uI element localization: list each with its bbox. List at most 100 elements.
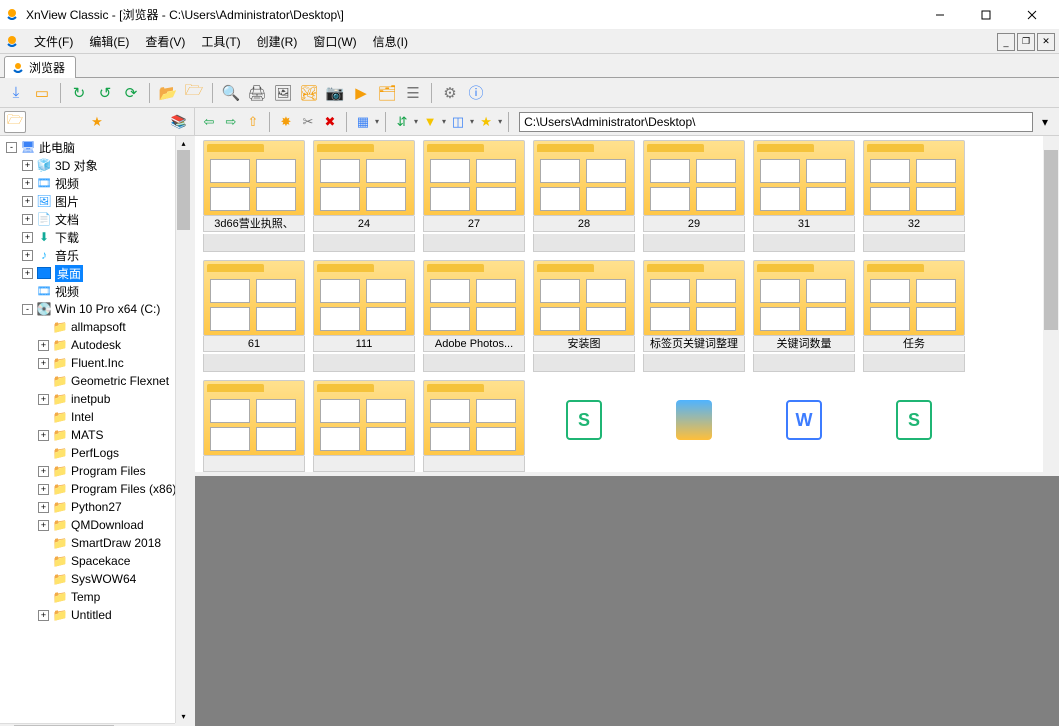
folder-thumbnail[interactable]: Adobe Photos... bbox=[423, 260, 525, 372]
file-thumbnail[interactable]: S bbox=[863, 380, 965, 476]
folder-thumbnail[interactable]: 24 bbox=[313, 140, 415, 252]
tab-browser[interactable]: 浏览器 bbox=[4, 56, 76, 78]
import-icon[interactable]: ⤓ bbox=[4, 81, 28, 105]
tree-row[interactable]: +📁Program Files bbox=[2, 462, 189, 480]
nav-back-icon[interactable]: ⇦ bbox=[199, 112, 219, 132]
tree-row[interactable]: +📁Program Files (x86) bbox=[2, 480, 189, 498]
menu-item[interactable]: 查看(V) bbox=[137, 33, 193, 51]
expand-icon[interactable]: + bbox=[38, 340, 49, 351]
menu-item[interactable]: 文件(F) bbox=[26, 33, 81, 51]
list-icon[interactable]: ☰ bbox=[401, 81, 425, 105]
path-input[interactable] bbox=[519, 112, 1033, 132]
expand-icon[interactable]: + bbox=[38, 466, 49, 477]
tree-row[interactable]: 📁allmapsoft bbox=[2, 318, 189, 336]
sidebar-v-scrollbar[interactable]: ▴▾ bbox=[175, 136, 191, 723]
tree-row[interactable]: +桌面 bbox=[2, 264, 189, 282]
nav-forward-icon[interactable]: ⇨ bbox=[221, 112, 241, 132]
folder-thumbnail[interactable]: 标签页关键词整理 bbox=[643, 260, 745, 372]
file-thumbnail[interactable]: W bbox=[753, 380, 855, 476]
folder-thumbnail[interactable]: 32 bbox=[863, 140, 965, 252]
expand-icon[interactable]: + bbox=[22, 232, 33, 243]
tree-row[interactable]: +⬇下载 bbox=[2, 228, 189, 246]
tree-row[interactable]: +📁MATS bbox=[2, 426, 189, 444]
expand-icon[interactable]: + bbox=[22, 268, 33, 279]
tree-row[interactable]: -💽Win 10 Pro x64 (C:) bbox=[2, 300, 189, 318]
nav-newfolder-icon[interactable]: ✸ bbox=[276, 112, 296, 132]
menu-item[interactable]: 窗口(W) bbox=[305, 33, 364, 51]
nav-favorite-icon[interactable]: ★ bbox=[476, 112, 496, 132]
mdi-close-button[interactable]: ✕ bbox=[1037, 33, 1055, 51]
expand-icon[interactable]: + bbox=[22, 196, 33, 207]
refresh-icon[interactable]: ↻ bbox=[67, 81, 91, 105]
tree-row[interactable]: +📁Autodesk bbox=[2, 336, 189, 354]
expand-icon[interactable]: + bbox=[38, 430, 49, 441]
search-icon[interactable]: 🔍 bbox=[219, 81, 243, 105]
maximize-button[interactable] bbox=[963, 0, 1009, 30]
nav-sort-icon[interactable]: ⇵ bbox=[392, 112, 412, 132]
folder-thumbnail[interactable]: 27 bbox=[423, 140, 525, 252]
close-button[interactable] bbox=[1009, 0, 1055, 30]
folder-thumbnail[interactable] bbox=[203, 380, 305, 476]
collapse-icon[interactable]: - bbox=[22, 304, 33, 315]
tree-row[interactable]: 📁Geometric Flexnet bbox=[2, 372, 189, 390]
settings-icon[interactable]: ⚙ bbox=[438, 81, 462, 105]
thumbnail-grid[interactable]: 3d66营业执照、24272829313261111Adobe Photos..… bbox=[195, 136, 1059, 476]
folder-thumbnail[interactable]: 28 bbox=[533, 140, 635, 252]
folder-thumbnail[interactable]: 31 bbox=[753, 140, 855, 252]
nav-layout-icon[interactable]: ◫ bbox=[448, 112, 468, 132]
print-icon[interactable]: 🖨 bbox=[245, 81, 269, 105]
tree-row[interactable]: 📁Spacekace bbox=[2, 552, 189, 570]
tree-row[interactable]: +🎞视频 bbox=[2, 174, 189, 192]
tree-row[interactable]: +📁Python27 bbox=[2, 498, 189, 516]
folder-thumbnail[interactable]: 111 bbox=[313, 260, 415, 372]
expand-icon[interactable]: + bbox=[38, 484, 49, 495]
folder-open-icon[interactable]: 🗁 bbox=[182, 81, 206, 105]
folder-thumbnail[interactable]: 3d66营业执照、 bbox=[203, 140, 305, 252]
tree-row[interactable]: 📁SysWOW64 bbox=[2, 570, 189, 588]
tree-row[interactable]: +📁Untitled bbox=[2, 606, 189, 624]
tree-row[interactable]: 🎞视频 bbox=[2, 282, 189, 300]
thumbs-v-scrollbar[interactable] bbox=[1043, 136, 1059, 472]
folder-thumbnail[interactable]: 29 bbox=[643, 140, 745, 252]
expand-icon[interactable]: + bbox=[38, 610, 49, 621]
convert-icon[interactable]: 🗂 bbox=[375, 81, 399, 105]
expand-icon[interactable]: + bbox=[38, 394, 49, 405]
folder-thumbnail[interactable]: 关键词数量 bbox=[753, 260, 855, 372]
capture-icon[interactable]: 📷 bbox=[323, 81, 347, 105]
folder-tree[interactable]: -🖥此电脑+🧊3D 对象+🎞视频+🖼图片+📄文档+⬇下载+♪音乐+桌面 🎞视频-… bbox=[0, 136, 191, 726]
tree-row[interactable]: +📁QMDownload bbox=[2, 516, 189, 534]
nav-view-icon[interactable]: ▦ bbox=[353, 112, 373, 132]
expand-icon[interactable]: + bbox=[22, 178, 33, 189]
menu-item[interactable]: 创建(R) bbox=[249, 33, 306, 51]
path-dropdown-icon[interactable]: ▾ bbox=[1035, 112, 1055, 132]
info-icon[interactable]: ⓘ bbox=[464, 81, 488, 105]
slideshow-icon[interactable]: ▶ bbox=[349, 81, 373, 105]
folder-thumbnail[interactable] bbox=[423, 380, 525, 476]
scrollbar-thumb[interactable] bbox=[177, 150, 190, 230]
nav-cut-icon[interactable]: ✂ bbox=[298, 112, 318, 132]
categories-tab[interactable]: 📚 bbox=[168, 111, 190, 133]
mdi-minimize-button[interactable]: _ bbox=[997, 33, 1015, 51]
expand-icon[interactable]: + bbox=[38, 358, 49, 369]
camera-icon[interactable]: 🖼 bbox=[271, 81, 295, 105]
tree-row[interactable]: +♪音乐 bbox=[2, 246, 189, 264]
tree-row[interactable]: 📁Intel bbox=[2, 408, 189, 426]
expand-icon[interactable]: + bbox=[22, 214, 33, 225]
collapse-icon[interactable]: - bbox=[6, 142, 17, 153]
refresh-sub-icon[interactable]: ↺ bbox=[93, 81, 117, 105]
file-thumbnail[interactable]: S bbox=[533, 380, 635, 476]
tree-row[interactable]: +📁Fluent.Inc bbox=[2, 354, 189, 372]
tree-row[interactable]: 📁PerfLogs bbox=[2, 444, 189, 462]
nav-delete-icon[interactable]: ✖ bbox=[320, 112, 340, 132]
tree-row[interactable]: +📁inetpub bbox=[2, 390, 189, 408]
expand-icon[interactable]: + bbox=[38, 502, 49, 513]
expand-icon[interactable]: + bbox=[22, 250, 33, 261]
mdi-restore-button[interactable]: ❐ bbox=[1017, 33, 1035, 51]
menu-item[interactable]: 信息(I) bbox=[365, 33, 416, 51]
menu-item[interactable]: 编辑(E) bbox=[81, 33, 137, 51]
tree-row[interactable]: +🖼图片 bbox=[2, 192, 189, 210]
open-icon[interactable]: 📂 bbox=[156, 81, 180, 105]
expand-icon[interactable]: + bbox=[22, 160, 33, 171]
folder-thumbnail[interactable]: 安装图 bbox=[533, 260, 635, 372]
tree-row[interactable]: 📁Temp bbox=[2, 588, 189, 606]
